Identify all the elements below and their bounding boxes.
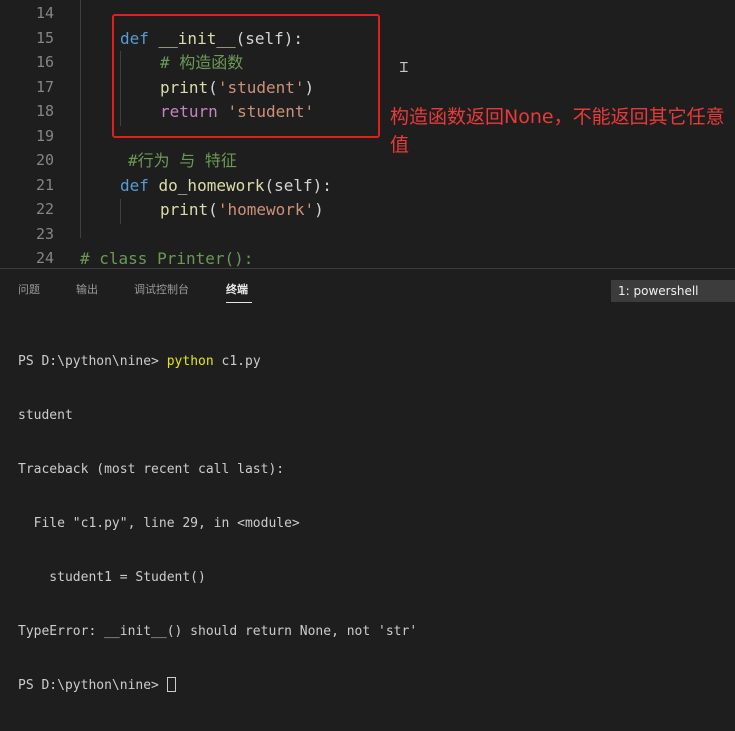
code-token: print: [160, 200, 209, 219]
code-token: 'homework': [217, 200, 315, 219]
terminal-select[interactable]: 1: powershell: [611, 280, 735, 302]
code-line: 22 print('homework'): [0, 197, 735, 222]
terminal-prompt: PS D:\python\nine>: [18, 678, 167, 693]
tab-problems[interactable]: 问题: [18, 281, 40, 297]
terminal-line: TypeError: __init__() should return None…: [18, 624, 418, 639]
code-text: print('homework'): [160, 197, 324, 222]
terminal-line: student: [18, 408, 73, 423]
tab-debug-console[interactable]: 调试控制台: [134, 281, 189, 297]
line-number: 24: [35, 249, 54, 267]
line-number: 15: [35, 28, 54, 47]
line-number: 21: [35, 175, 54, 194]
line-number: 22: [35, 200, 54, 218]
tab-terminal[interactable]: 终端: [226, 281, 248, 297]
code-text: #行为 与 特征: [128, 148, 237, 173]
annotation-text: 构造函数返回None，不能返回其它任意值: [390, 106, 725, 156]
terminal-line: PS D:\python\nine>: [18, 677, 417, 695]
terminal-args: c1.py: [213, 354, 261, 369]
code-token: #行为 与 特征: [128, 151, 237, 170]
code-line: 23: [0, 222, 735, 247]
line-number: 14: [35, 4, 54, 22]
line-number: 23: [35, 224, 54, 243]
terminal-prompt: PS D:\python\nine>: [18, 354, 167, 369]
code-token: (self):: [264, 175, 332, 195]
text-cursor-icon: Ɪ: [400, 60, 408, 76]
highlight-box: [112, 14, 380, 138]
code-line: 21 def do_homework(self):: [0, 173, 735, 198]
code-token: # class Printer():: [80, 249, 254, 268]
code-token: do_homework: [158, 175, 265, 195]
terminal-output[interactable]: PS D:\python\nine> python c1.py student …: [18, 317, 417, 731]
code-text: # class Printer():: [80, 246, 253, 268]
code-token: (: [208, 200, 218, 219]
terminal-line: Traceback (most recent call last):: [18, 462, 285, 477]
terminal-line: PS D:\python\nine> python c1.py: [18, 353, 417, 371]
tab-output[interactable]: 输出: [76, 281, 98, 297]
code-token: def: [120, 175, 159, 195]
line-number: 20: [35, 151, 54, 169]
code-token: ): [314, 200, 324, 219]
line-number: 18: [35, 102, 54, 120]
line-number: 19: [35, 126, 54, 145]
code-line: 24 # class Printer():: [0, 246, 735, 268]
terminal-line: File "c1.py", line 29, in <module>: [18, 516, 300, 531]
line-number: 16: [35, 53, 54, 71]
code-editor[interactable]: 14 15 def __init__(self): 16 # 构造函数 17 print('…: [0, 0, 735, 268]
terminal-command: python: [166, 354, 214, 369]
terminal-cursor: [166, 677, 176, 692]
panel-tabs: 问题 输出 调试控制台 终端 1: powershell: [0, 269, 735, 309]
code-text: def do_homework(self):: [120, 173, 332, 198]
active-tab-indicator: [226, 302, 252, 303]
bottom-panel: 问题 输出 调试控制台 终端 1: powershell PS D:\pytho…: [0, 268, 735, 693]
terminal-line: student1 = Student(): [18, 570, 206, 585]
line-number: 17: [35, 77, 54, 96]
